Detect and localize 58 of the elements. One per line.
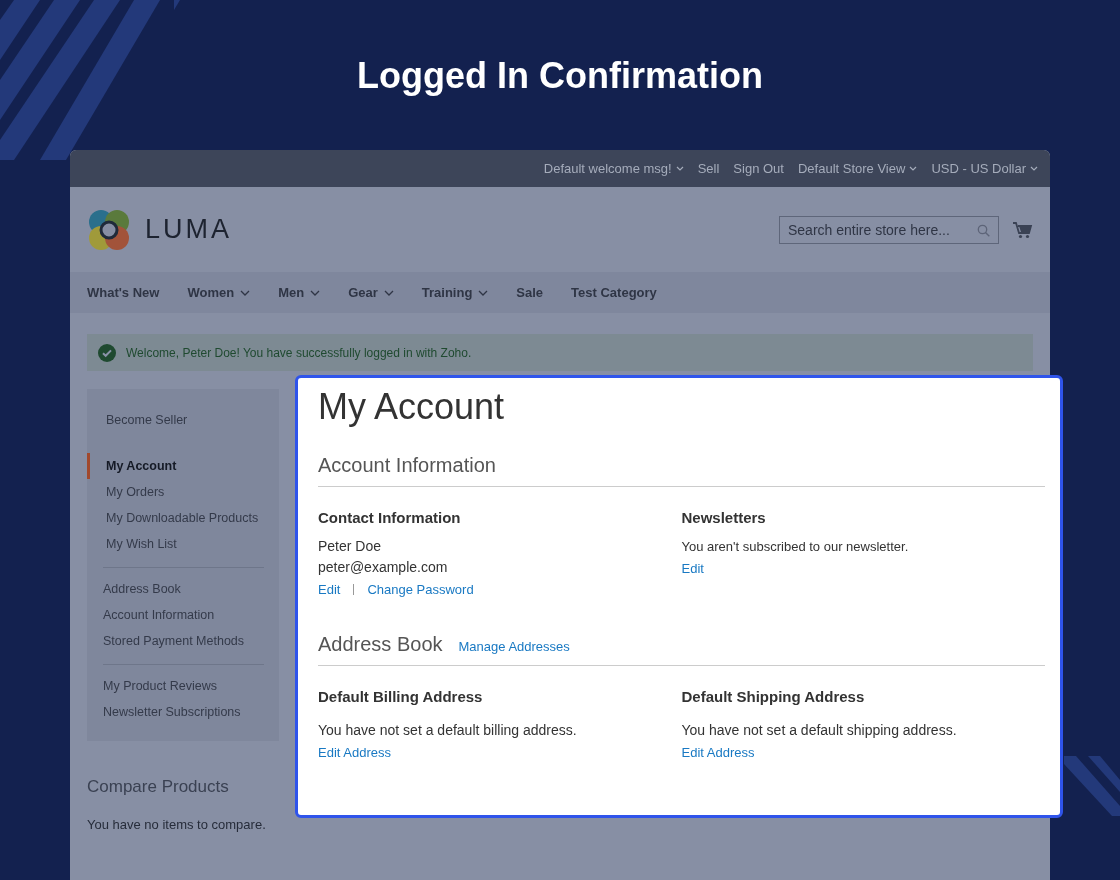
nav-item[interactable]: Gear bbox=[348, 285, 394, 300]
page-heading: Logged In Confirmation bbox=[357, 56, 763, 96]
sidebar-item[interactable]: Address Book bbox=[103, 576, 264, 602]
compare-title: Compare Products bbox=[87, 777, 230, 797]
top-link[interactable]: Default welcome msg! bbox=[543, 161, 684, 176]
chevron-down-icon bbox=[310, 289, 321, 296]
sidebar-item[interactable]: Newsletter Subscriptions bbox=[103, 699, 264, 725]
sidebar-item[interactable]: My Wish List bbox=[87, 531, 264, 557]
address-text: You have not set a default billing address. bbox=[318, 721, 577, 740]
sidebar-item[interactable]: Become Seller bbox=[87, 407, 264, 433]
top-link[interactable]: Sell bbox=[697, 161, 720, 176]
address-text: You have not set a default shipping address. bbox=[681, 721, 957, 740]
chevron-down-icon bbox=[1030, 166, 1038, 171]
nav-item[interactable]: What's New bbox=[87, 285, 160, 300]
chevron-down-icon bbox=[909, 166, 918, 171]
box-title: Newsletters bbox=[681, 509, 766, 526]
box-title: Contact Information bbox=[318, 509, 461, 526]
box-title: Default Billing Address bbox=[318, 688, 483, 705]
message-text: Welcome, Peter Doe! You have successfully logged in with Zoho. bbox=[126, 345, 472, 360]
top-link[interactable]: Sign Out bbox=[733, 161, 784, 176]
chevron-down-icon bbox=[383, 289, 394, 296]
box-title: Default Shipping Address bbox=[681, 688, 865, 705]
contact-email: peter@example.com bbox=[318, 558, 448, 577]
link[interactable]: Change Password bbox=[367, 582, 474, 597]
section-title: Address Book bbox=[318, 633, 443, 656]
search-icon bbox=[977, 223, 990, 237]
chevron-down-icon bbox=[240, 289, 251, 296]
sidebar-item[interactable]: My Orders bbox=[87, 479, 264, 505]
logo-text[interactable]: LUMA bbox=[145, 214, 232, 245]
link[interactable]: Edit bbox=[681, 561, 704, 576]
link[interactable]: Edit Address bbox=[318, 745, 391, 760]
nav-item[interactable]: Women bbox=[187, 285, 251, 300]
page-title: My Account bbox=[318, 386, 506, 428]
link[interactable]: Edit bbox=[318, 582, 341, 597]
top-link[interactable]: Default Store View bbox=[797, 161, 918, 176]
sidebar-item[interactable]: Account Information bbox=[103, 602, 264, 628]
section-title: Account Information bbox=[318, 454, 496, 477]
top-link[interactable]: USD - US Dollar bbox=[931, 161, 1038, 176]
logo-icon bbox=[87, 207, 131, 252]
nav-item[interactable]: Sale bbox=[516, 285, 544, 300]
compare-text: You have no items to compare. bbox=[87, 817, 267, 832]
link[interactable]: Edit Address bbox=[681, 745, 755, 760]
check-circle-icon bbox=[98, 343, 116, 362]
link[interactable]: Manage Addresses bbox=[458, 639, 570, 654]
sidebar-item[interactable]: My Product Reviews bbox=[103, 673, 264, 699]
stripes-decoration bbox=[1064, 756, 1120, 816]
newsletter-status: You aren't subscribed to our newsletter. bbox=[681, 538, 909, 556]
sidebar-item[interactable]: Stored Payment Methods bbox=[103, 628, 264, 654]
contact-name: Peter Doe bbox=[318, 537, 382, 556]
chevron-down-icon bbox=[675, 166, 684, 171]
sidebar-item[interactable]: My Account bbox=[87, 453, 264, 479]
nav-item[interactable]: Training bbox=[421, 285, 489, 300]
nav-item[interactable]: Test Category bbox=[571, 285, 657, 300]
search-field[interactable]: Search entire store here... bbox=[779, 215, 999, 244]
chevron-down-icon bbox=[478, 289, 489, 296]
sidebar-item[interactable]: My Downloadable Products bbox=[87, 505, 264, 531]
cart-icon[interactable] bbox=[1013, 220, 1033, 239]
nav-item[interactable]: Men bbox=[278, 285, 321, 300]
